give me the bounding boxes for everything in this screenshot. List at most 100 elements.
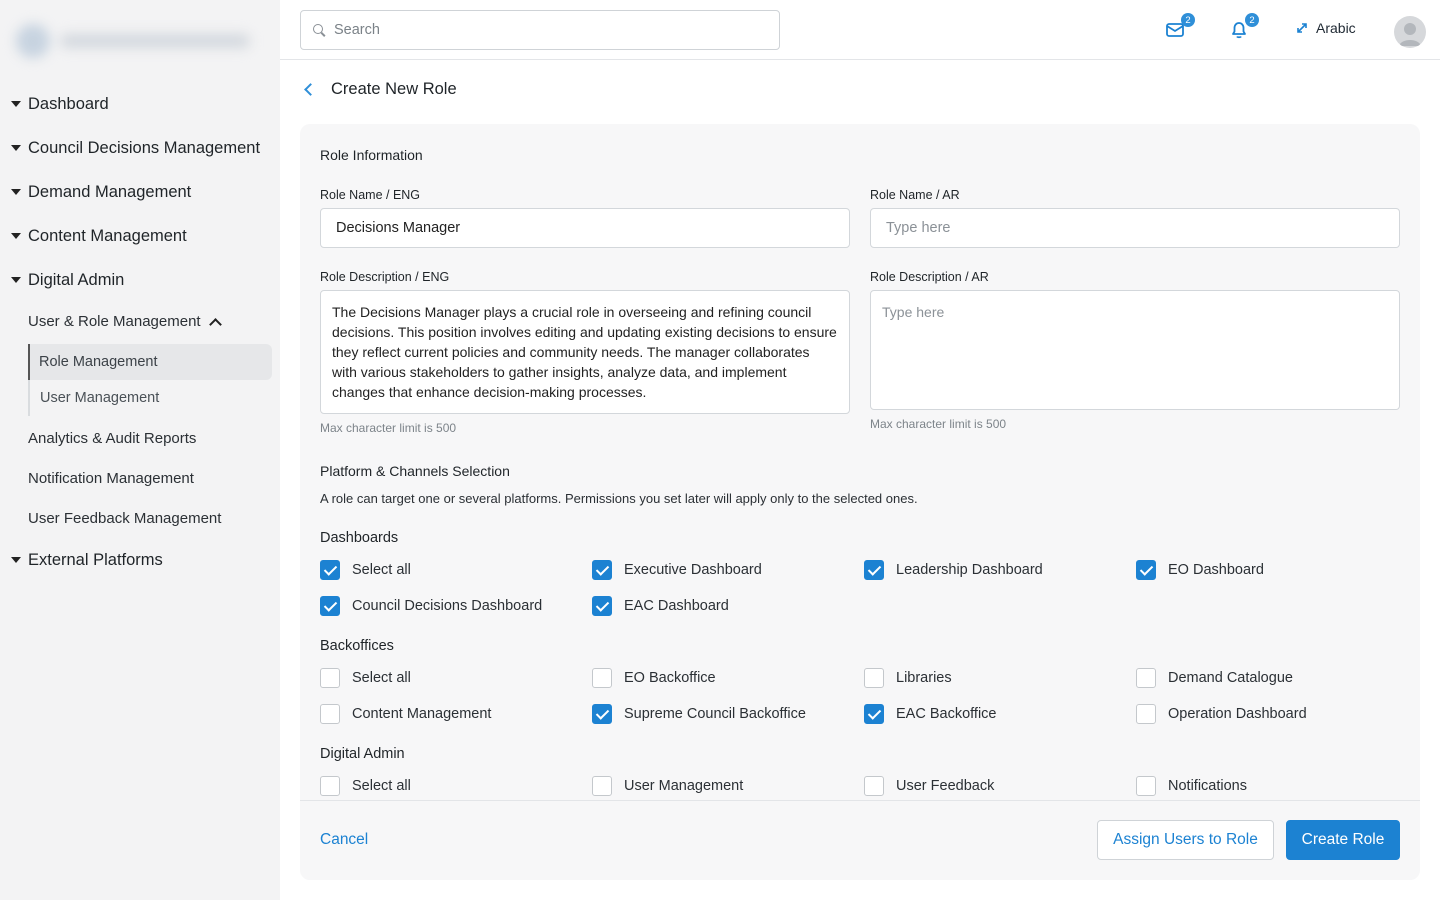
nav-feedback-label: User Feedback Management — [28, 510, 222, 527]
role-form-card: Role Information Role Name / ENG Role Na… — [300, 124, 1420, 880]
checkbox-eo-dashboard[interactable]: EO Dashboard — [1136, 560, 1264, 580]
checkbox-box[interactable] — [320, 596, 340, 616]
language-switch[interactable]: Arabic — [1294, 20, 1356, 36]
nav-notification-label: Notification Management — [28, 470, 194, 487]
checkbox-box[interactable] — [320, 560, 340, 580]
app-logo — [12, 18, 262, 64]
dashboards-group-title: Dashboards — [320, 530, 399, 546]
language-label: Arabic — [1316, 20, 1356, 36]
checkbox-content-management[interactable]: Content Management — [320, 704, 491, 724]
checkbox-label: EO Backoffice — [624, 670, 716, 686]
caret-down-icon — [11, 101, 21, 107]
checkbox-demand-catalogue[interactable]: Demand Catalogue — [1136, 668, 1293, 688]
checkbox-council-decisions-dashboard[interactable]: Council Decisions Dashboard — [320, 596, 542, 616]
checkbox-leadership-dashboard[interactable]: Leadership Dashboard — [864, 560, 1043, 580]
nav-digital-admin-label: Digital Admin — [28, 270, 125, 289]
checkbox-label: Libraries — [896, 670, 952, 686]
avatar[interactable] — [1394, 16, 1426, 48]
form-scroll-area[interactable]: Role Information Role Name / ENG Role Na… — [300, 124, 1420, 800]
checkbox-box[interactable] — [320, 776, 340, 796]
checkbox-box[interactable] — [320, 668, 340, 688]
checkbox-label: Select all — [352, 670, 411, 686]
platform-channels-description: A role can target one or several platfor… — [320, 491, 918, 506]
char-limit-hint-en: Max character limit is 500 — [320, 421, 457, 435]
nav-role-management[interactable]: Role Management — [28, 344, 272, 380]
checkbox-user-management[interactable]: User Management — [592, 776, 743, 796]
role-description-ar-textarea[interactable] — [870, 290, 1400, 410]
chevron-up-icon — [208, 317, 222, 331]
checkbox-eac-dashboard[interactable]: EAC Dashboard — [592, 596, 729, 616]
checkbox-eac-backoffice[interactable]: EAC Backoffice — [864, 704, 996, 724]
nav-user-role-management[interactable]: User & Role Management — [28, 313, 222, 331]
page-header: Create New Role — [302, 80, 457, 99]
checkbox-eo-backoffice[interactable]: EO Backoffice — [592, 668, 716, 688]
nav-external-platforms-label: External Platforms — [28, 550, 163, 569]
checkbox-box[interactable] — [1136, 668, 1156, 688]
nav-analytics-label: Analytics & Audit Reports — [28, 430, 197, 447]
page-title: Create New Role — [331, 80, 457, 98]
sidebar: Dashboard Council Decisions Management D… — [0, 0, 280, 900]
nav-demand-management[interactable]: Demand Management — [0, 178, 280, 206]
caret-down-icon — [11, 189, 21, 195]
role-name-en-input[interactable] — [320, 208, 850, 248]
checkbox-operation-dashboard[interactable]: Operation Dashboard — [1136, 704, 1307, 724]
nav-digital-admin[interactable]: Digital Admin — [0, 266, 280, 294]
role-description-en-textarea[interactable]: The Decisions Manager plays a crucial ro… — [320, 290, 850, 414]
form-footer: Cancel Assign Users to Role Create Role — [300, 800, 1420, 880]
checkbox-box[interactable] — [864, 776, 884, 796]
digital-admin-group-title: Digital Admin — [320, 746, 405, 762]
notifications-button[interactable]: 2 — [1228, 13, 1259, 42]
checkbox-box[interactable] — [864, 560, 884, 580]
messages-button[interactable]: 2 — [1164, 13, 1195, 42]
role-name-ar-input[interactable] — [870, 208, 1400, 248]
checkbox-box[interactable] — [592, 704, 612, 724]
caret-down-icon — [11, 233, 21, 239]
checkbox-box[interactable] — [1136, 560, 1156, 580]
checkbox-box[interactable] — [1136, 776, 1156, 796]
back-chevron-icon[interactable] — [304, 83, 317, 96]
checkbox-box[interactable] — [592, 596, 612, 616]
checkbox-box[interactable] — [1136, 704, 1156, 724]
checkbox-box[interactable] — [592, 776, 612, 796]
nav-external-platforms[interactable]: External Platforms — [0, 546, 280, 574]
checkbox-label: EAC Dashboard — [624, 598, 729, 614]
checkbox-backoffices-select-all[interactable]: Select all — [320, 668, 411, 688]
nav-analytics-audit[interactable]: Analytics & Audit Reports — [28, 430, 196, 447]
checkbox-dashboards-select-all[interactable]: Select all — [320, 560, 411, 580]
checkbox-box[interactable] — [592, 560, 612, 580]
search-box[interactable] — [300, 10, 780, 50]
checkbox-label: Operation Dashboard — [1168, 706, 1307, 722]
nav-notification-management[interactable]: Notification Management — [28, 470, 194, 487]
char-limit-hint-ar: Max character limit is 500 — [870, 417, 1007, 431]
checkbox-box[interactable] — [320, 704, 340, 724]
user-avatar-icon — [1399, 23, 1421, 46]
nav-council-decisions-label: Council Decisions Management — [28, 138, 261, 157]
nav-dashboard[interactable]: Dashboard — [0, 90, 280, 118]
search-icon — [313, 23, 326, 37]
checkbox-user-feedback[interactable]: User Feedback — [864, 776, 994, 796]
nav-content-management[interactable]: Content Management — [0, 222, 280, 250]
checkbox-label: Leadership Dashboard — [896, 562, 1043, 578]
cancel-button[interactable]: Cancel — [320, 831, 368, 849]
caret-down-icon — [11, 145, 21, 151]
checkbox-libraries[interactable]: Libraries — [864, 668, 952, 688]
nav-council-decisions[interactable]: Council Decisions Management — [0, 134, 280, 162]
search-input[interactable] — [334, 22, 754, 38]
checkbox-notifications[interactable]: Notifications — [1136, 776, 1247, 796]
nav-content-management-label: Content Management — [28, 226, 187, 245]
nav-user-management-label: User Management — [40, 390, 160, 406]
checkbox-executive-dashboard[interactable]: Executive Dashboard — [592, 560, 762, 580]
checkbox-box[interactable] — [864, 704, 884, 724]
nav-user-feedback-management[interactable]: User Feedback Management — [28, 510, 221, 527]
checkbox-supreme-council-backoffice[interactable]: Supreme Council Backoffice — [592, 704, 806, 724]
create-role-button[interactable]: Create Role — [1286, 820, 1400, 860]
assign-users-button[interactable]: Assign Users to Role — [1097, 820, 1274, 860]
checkbox-label: EO Dashboard — [1168, 562, 1264, 578]
checkbox-box[interactable] — [592, 668, 612, 688]
checkbox-label: Council Decisions Dashboard — [352, 598, 543, 614]
checkbox-box[interactable] — [864, 668, 884, 688]
checkbox-digital-admin-select-all[interactable]: Select all — [320, 776, 411, 796]
nav-user-role-label: User & Role Management — [28, 313, 201, 330]
role-description-ar-label: Role Description / AR — [870, 270, 989, 284]
nav-user-management[interactable]: User Management — [28, 380, 272, 416]
